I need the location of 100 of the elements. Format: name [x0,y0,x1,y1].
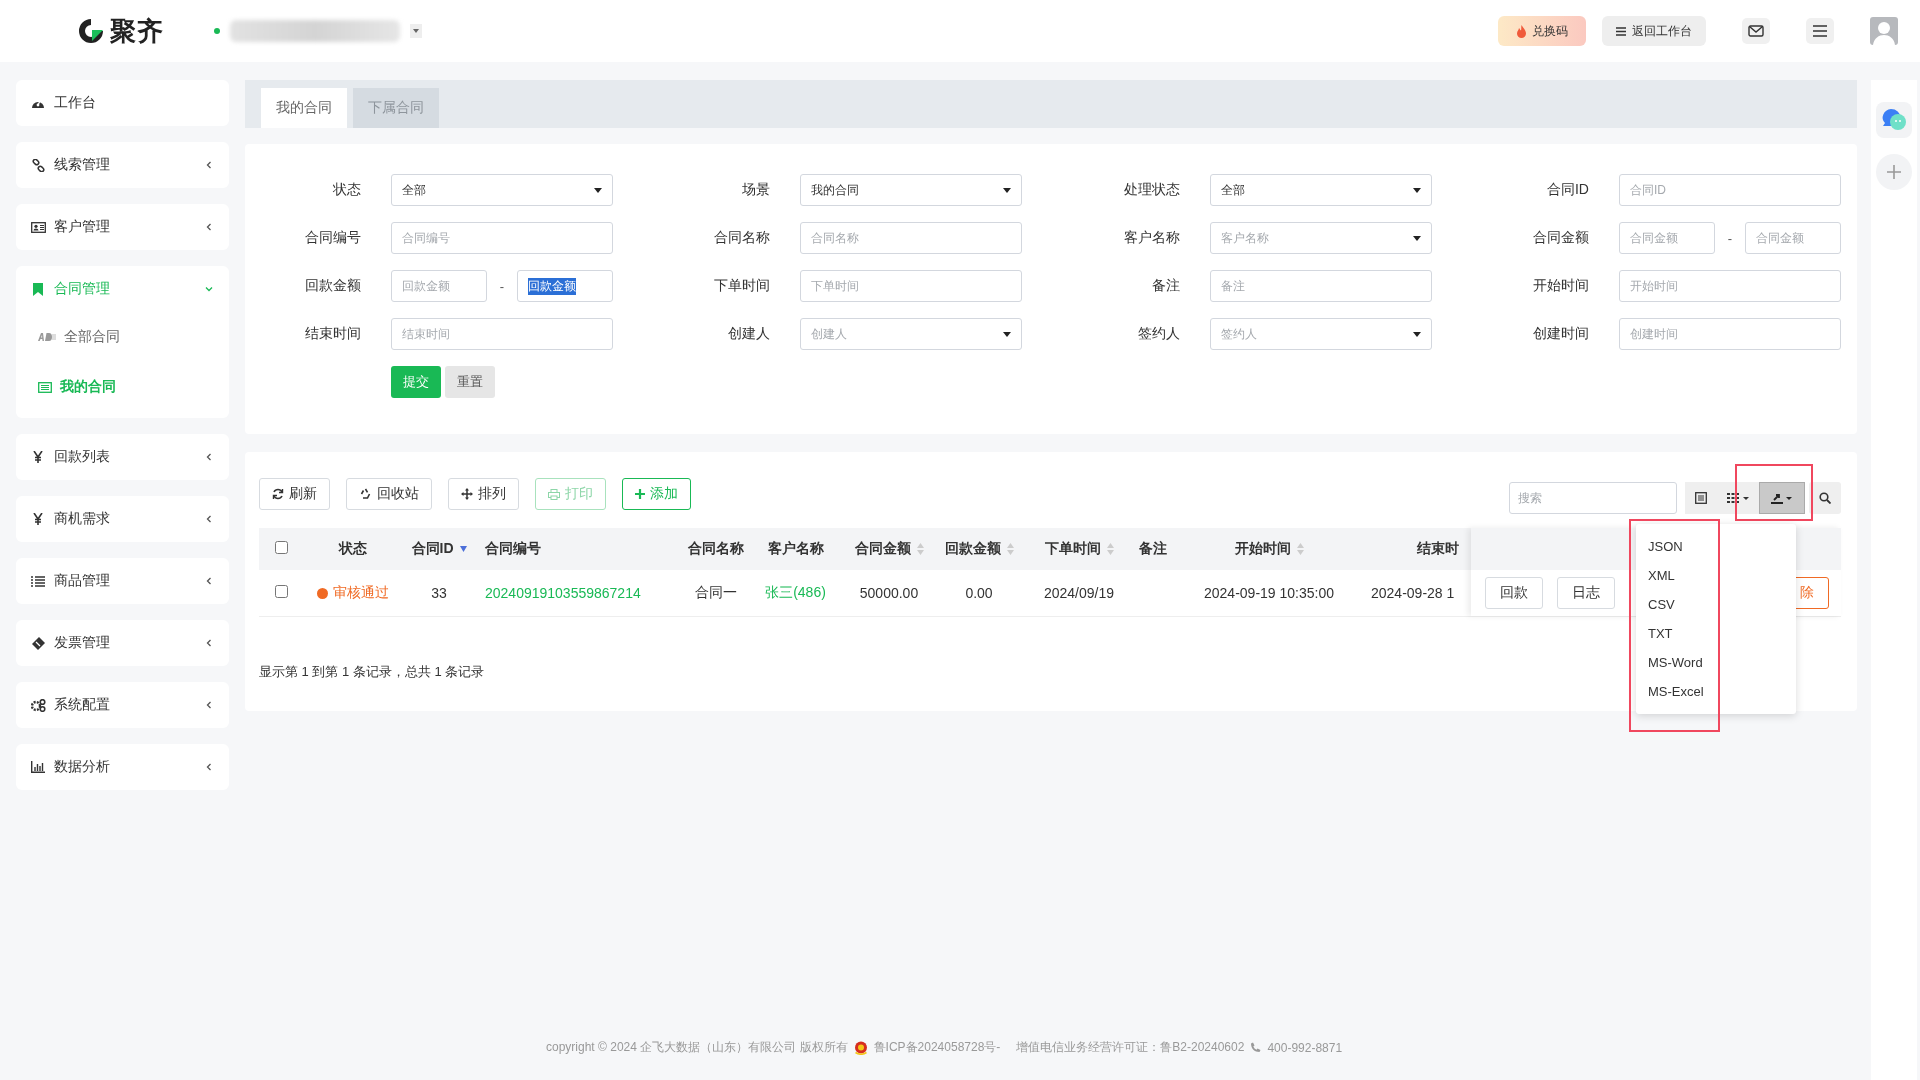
caret-down-icon [1412,235,1421,241]
select-all-checkbox[interactable] [274,541,288,554]
field-label: 签约人 [1136,325,1180,343]
field-label: 状态 [332,181,361,199]
refresh-button[interactable]: 刷新 [259,478,330,510]
search-icon[interactable] [1809,482,1841,514]
field-label: 处理状态 [1122,181,1180,199]
select-field[interactable]: 我的合同 [800,174,1023,206]
recycle-button[interactable]: 回收站 [346,478,432,510]
reset-button[interactable]: 重置 [445,366,495,398]
sidebar-item[interactable]: 客户管理 [16,204,229,250]
column-header[interactable]: 开始时间 [1234,540,1304,558]
list-icon [31,575,45,587]
copyright-text: copyright © 2024 企飞大数据（山东）有限公司 版权所有 [546,1039,848,1056]
export-format-option[interactable]: TXT [1636,619,1796,648]
range-separator: - [1727,230,1733,246]
input-field[interactable]: 回款金额 [391,270,487,302]
ticket-icon [31,636,45,650]
table-cell: 2024/09/19 [1043,585,1115,601]
export-caret-icon [1770,492,1794,504]
row-checkbox[interactable] [274,585,288,598]
tab[interactable]: 我的合同 [261,88,347,128]
field-label: 创建时间 [1532,325,1589,343]
field-label: 合同金额 [1532,229,1589,247]
range-separator: - [499,278,505,294]
card-view-icon[interactable] [1685,482,1717,514]
caret-down-icon [594,187,602,193]
field-label: 备注 [1150,277,1180,295]
input-field[interactable]: 开始时间 [1619,270,1841,302]
export-format-option[interactable]: MS-Excel [1636,677,1796,706]
field-label: 开始时间 [1532,277,1589,295]
sidebar-item[interactable]: 线索管理 [16,142,229,188]
input-field[interactable]: 合同金额 [1619,222,1715,254]
arrange-button[interactable]: 排列 [448,478,519,510]
export-dropdown-button[interactable] [1759,482,1805,514]
phone-number: 400-992-8871 [1267,1040,1343,1055]
pagination-info: 显示第 1 到第 1 条记录，总共 1 条记录 [259,663,486,681]
sidebar-item[interactable]: 系统配置 [16,682,229,728]
field-label: 合同ID [1546,181,1589,199]
select-field[interactable]: 全部 [1209,174,1432,206]
table-cell: 2024-09-19 10:35:00 [1204,585,1334,601]
select-field[interactable]: 全部 [391,174,613,206]
mail-icon[interactable] [1742,18,1770,44]
redeem-code-button[interactable]: 兑换码 [1498,16,1586,46]
yen-icon [33,451,43,463]
sidebar-item[interactable]: 发票管理 [16,620,229,666]
table-cell: 50000.00 [859,585,919,601]
input-field[interactable]: 合同名称 [800,222,1023,254]
yen-icon [33,513,43,525]
column-header[interactable]: 合同编号 [485,540,541,558]
table-cell: 33 [431,585,447,601]
bookmark-icon [33,282,43,296]
field-label: 场景 [741,181,771,199]
columns-dropdown-button[interactable] [1717,482,1759,514]
table-cell: 0.00 [965,585,993,601]
lines-icon [1616,26,1626,36]
table-list-icon [38,381,52,393]
caret-down-icon [1003,187,1012,193]
move-icon [461,488,473,500]
field-label: 合同名称 [713,229,771,247]
input-field[interactable]: 回款金额 [517,270,613,302]
sidebar-subitem[interactable]: 全部合同 [16,312,229,362]
printer-icon [548,488,560,500]
input-field[interactable]: 合同编号 [391,222,613,254]
export-format-option[interactable]: MS-Word [1636,648,1796,677]
link-icon [31,158,45,172]
input-field[interactable]: 备注 [1209,270,1432,302]
field-label: 回款金额 [304,277,361,295]
input-field[interactable]: 创建时间 [1619,318,1841,350]
flame-icon [1516,24,1527,38]
sidebar-item[interactable]: 商机需求 [16,496,229,542]
caret-down-icon [1412,187,1421,193]
field-label: 创建人 [727,325,771,343]
field-label: 客户名称 [1122,229,1180,247]
log-button[interactable]: 日志 [1557,577,1615,609]
caret-down-icon [1003,331,1012,337]
column-header[interactable]: 结束时 [1417,540,1459,558]
table-cell: 合同一 [694,584,737,600]
input-field[interactable]: 下单时间 [800,270,1023,302]
sidebar-item[interactable]: 工作台 [16,80,229,126]
caret-down-icon [1412,331,1421,337]
gears-icon [30,698,46,712]
payment-button[interactable]: 回款 [1485,577,1543,609]
input-field[interactable]: 合同ID [1619,174,1841,206]
chat-bubbles-icon[interactable] [1876,102,1912,138]
column-header[interactable]: 状态 [339,540,367,558]
back-to-workbench-button[interactable]: 返回工作台 [1602,16,1706,46]
input-field[interactable]: 合同金额 [1745,222,1841,254]
dropdown-caret-icon[interactable] [410,24,422,38]
sidebar-item[interactable]: 商品管理 [16,558,229,604]
refresh-icon [272,488,284,500]
input-field[interactable]: 结束时间 [391,318,613,350]
search-field[interactable]: 搜索 [1509,482,1677,514]
emblem-icon [853,1040,868,1055]
sidebar-item[interactable]: 数据分析 [16,744,229,790]
menu-icon[interactable] [1806,18,1834,44]
field-label: 结束时间 [304,325,361,343]
id-card-icon [30,221,46,233]
sidebar-item[interactable]: 回款列表 [16,434,229,480]
license-text: 增值电信业务经营许可证：鲁B2-20240602 [1016,1039,1245,1056]
